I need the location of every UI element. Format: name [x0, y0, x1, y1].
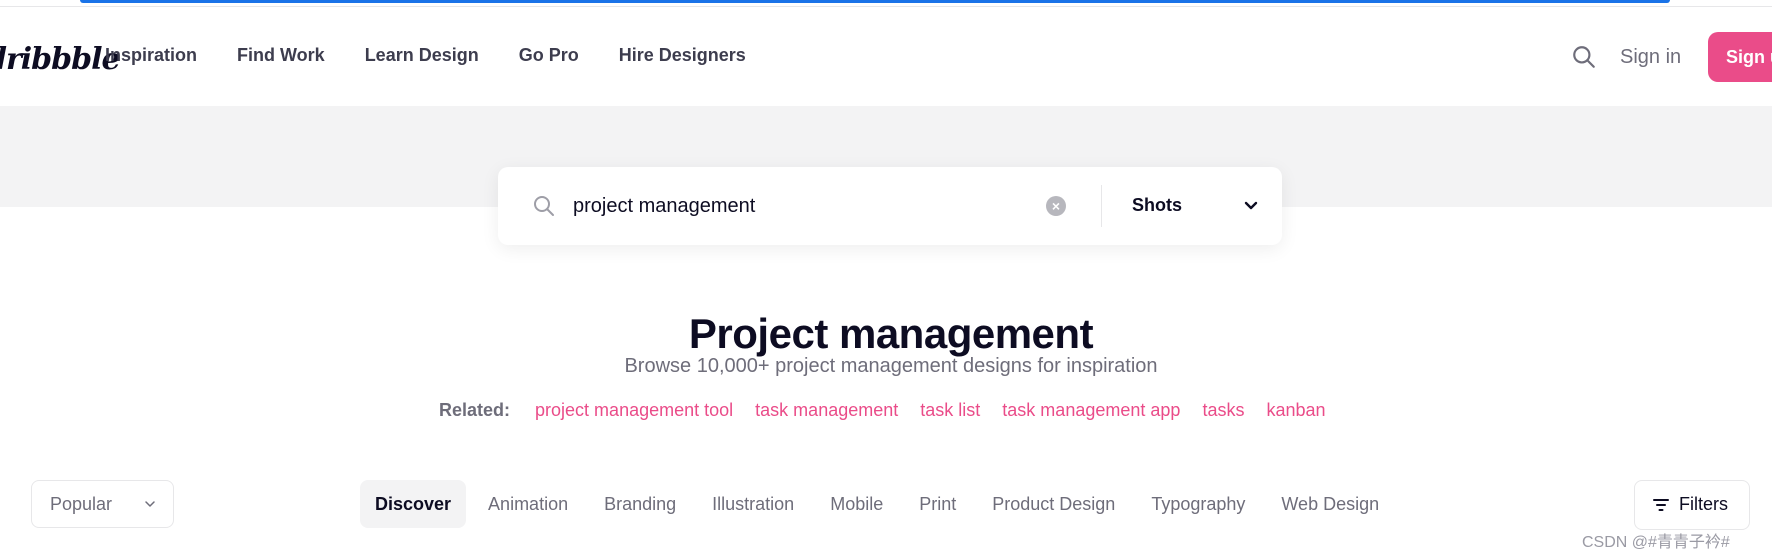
browser-highlight-bar	[80, 0, 1670, 3]
search-input[interactable]	[573, 191, 993, 221]
page-title: Project management	[688, 310, 1094, 358]
nav-hire-designers[interactable]: Hire Designers	[619, 45, 746, 66]
tab-illustration[interactable]: Illustration	[694, 480, 812, 528]
related-link[interactable]: task list	[920, 400, 980, 420]
tab-animation[interactable]: Animation	[470, 480, 586, 528]
filter-icon	[1653, 499, 1669, 511]
divider	[0, 6, 1772, 7]
tab-product-design[interactable]: Product Design	[974, 480, 1133, 528]
nav-learn-design[interactable]: Learn Design	[365, 45, 479, 66]
search-bar: × Shots	[498, 167, 1282, 245]
related-tags: Related: project management tool task ma…	[439, 400, 1343, 421]
search-type-select[interactable]: Shots	[1132, 193, 1262, 221]
dribbble-logo[interactable]: dribbble	[0, 42, 121, 77]
chevron-down-icon	[1244, 201, 1258, 210]
search-divider	[1101, 185, 1102, 227]
sort-dropdown[interactable]: Popular	[31, 480, 174, 528]
sort-label: Popular	[50, 494, 113, 514]
filters-button[interactable]: Filters	[1634, 480, 1750, 530]
tab-branding[interactable]: Branding	[586, 480, 694, 528]
category-tabs: Discover Animation Branding Illustration…	[360, 480, 1397, 528]
filters-label: Filters	[1679, 494, 1728, 514]
main-nav: Inspiration Find Work Learn Design Go Pr…	[105, 45, 786, 66]
clear-icon[interactable]: ×	[1046, 196, 1066, 216]
sign-in-link[interactable]: Sign in	[1620, 46, 1681, 69]
site-header: dribbble Inspiration Find Work Learn Des…	[0, 8, 1772, 106]
search-icon[interactable]	[1571, 44, 1597, 70]
related-link[interactable]: project management tool	[535, 400, 733, 420]
tab-web-design[interactable]: Web Design	[1263, 480, 1397, 528]
nav-find-work[interactable]: Find Work	[237, 45, 325, 66]
related-link[interactable]: task management app	[1002, 400, 1180, 420]
watermark: CSDN @#青青子衿#	[1582, 534, 1730, 551]
chevron-down-icon	[145, 501, 155, 507]
nav-inspiration[interactable]: Inspiration	[105, 45, 197, 66]
tab-mobile[interactable]: Mobile	[812, 480, 901, 528]
search-icon	[534, 196, 554, 216]
related-link[interactable]: kanban	[1266, 400, 1325, 420]
tab-print[interactable]: Print	[901, 480, 974, 528]
related-label: Related:	[439, 400, 511, 420]
page-subtitle: Browse 10,000+ project management design…	[624, 355, 1158, 377]
search-type-label: Shots	[1132, 195, 1183, 215]
tab-discover[interactable]: Discover	[360, 480, 467, 528]
nav-go-pro[interactable]: Go Pro	[519, 45, 579, 66]
tab-typography[interactable]: Typography	[1133, 480, 1263, 528]
sign-up-button[interactable]: Sign up	[1708, 32, 1772, 82]
related-link[interactable]: tasks	[1202, 400, 1244, 420]
related-link[interactable]: task management	[755, 400, 898, 420]
